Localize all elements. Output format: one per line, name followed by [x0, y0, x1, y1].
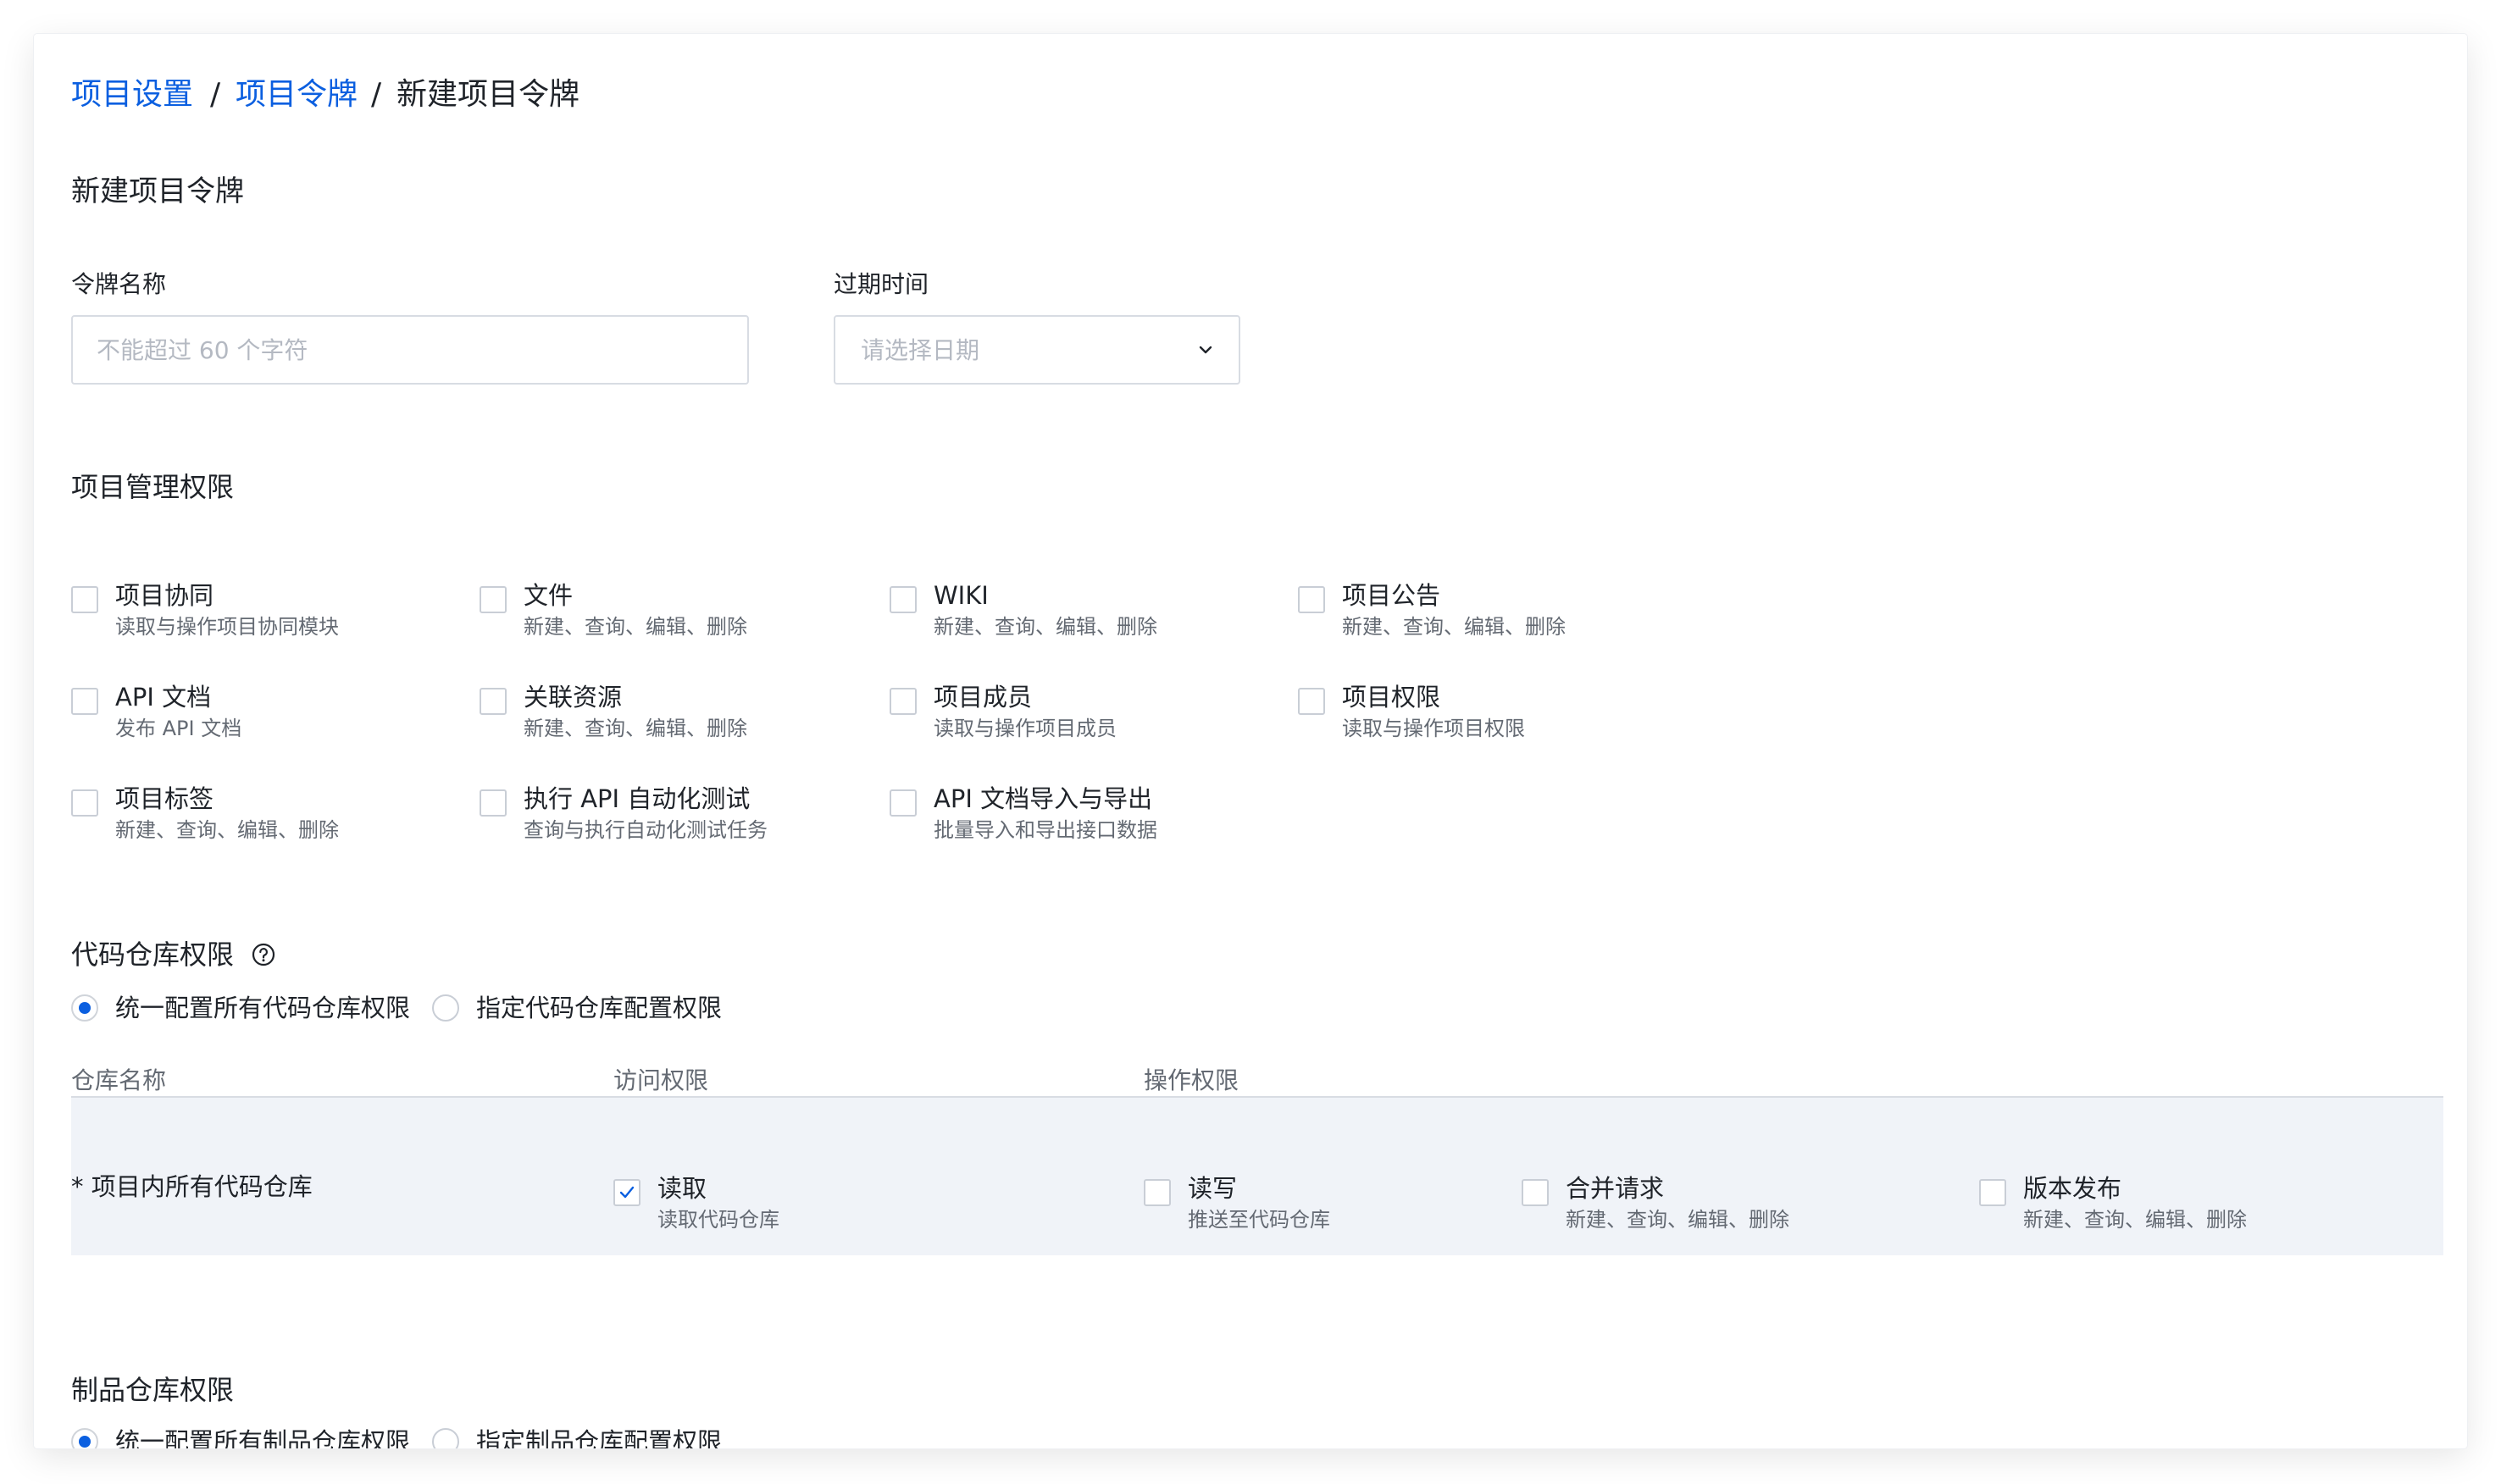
perm-checkbox[interactable]	[480, 688, 507, 715]
perm-title[interactable]: 项目标签	[115, 783, 214, 815]
repo-perm-title[interactable]: 读取	[657, 1172, 707, 1204]
perm-desc: 新建、查询、编辑、删除	[934, 615, 1157, 639]
repo-perm-title[interactable]: 版本发布	[2023, 1172, 2121, 1204]
perm-desc: 读取与操作项目权限	[1342, 717, 1525, 740]
repo-perm-checkbox[interactable]	[613, 1179, 640, 1206]
perm-desc: 查询与执行自动化测试任务	[524, 818, 768, 842]
perm-checkbox[interactable]	[1298, 586, 1325, 613]
code-repo-radio-all[interactable]	[71, 994, 98, 1022]
perm-desc: 发布 API 文档	[115, 717, 242, 740]
code-repo-radio-specific-label[interactable]: 指定代码仓库配置权限	[476, 992, 722, 1024]
project-perms-title: 项目管理权限	[71, 471, 235, 503]
perm-desc: 读取与操作项目协同模块	[115, 615, 339, 639]
col-header-repo-name: 仓库名称	[71, 1066, 167, 1094]
repo-perm-checkbox[interactable]	[1522, 1179, 1549, 1206]
check-icon	[619, 1186, 635, 1199]
perm-checkbox[interactable]	[480, 789, 507, 817]
perm-checkbox[interactable]	[71, 789, 98, 817]
expire-label: 过期时间	[834, 270, 929, 298]
code-repo-radio-specific[interactable]	[432, 994, 459, 1022]
help-icon[interactable]	[251, 942, 276, 967]
perm-desc: 新建、查询、编辑、删除	[1342, 615, 1566, 639]
perm-title[interactable]: 关联资源	[524, 681, 622, 713]
perm-checkbox[interactable]	[1298, 688, 1325, 715]
expire-date-select[interactable]: 请选择日期	[834, 315, 1240, 385]
token-name-input[interactable]	[73, 317, 747, 383]
token-name-field[interactable]	[71, 315, 749, 385]
perm-checkbox[interactable]	[890, 688, 917, 715]
breadcrumb-project-tokens[interactable]: 项目令牌	[236, 75, 358, 115]
repo-perm-title[interactable]: 合并请求	[1566, 1172, 1664, 1204]
breadcrumb-current: 新建项目令牌	[396, 77, 580, 112]
perm-title[interactable]: API 文档导入与导出	[934, 783, 1152, 815]
perm-checkbox[interactable]	[71, 586, 98, 613]
repo-perm-desc: 新建、查询、编辑、删除	[2023, 1208, 2247, 1232]
repo-perm-desc: 读取代码仓库	[657, 1208, 779, 1232]
breadcrumb-separator: /	[371, 77, 382, 112]
expire-date-placeholder: 请选择日期	[861, 336, 980, 364]
perm-desc: 新建、查询、编辑、删除	[524, 717, 747, 740]
artifact-repo-radio-all-label[interactable]: 统一配置所有制品仓库权限	[115, 1426, 410, 1448]
perm-desc: 新建、查询、编辑、删除	[115, 818, 339, 842]
breadcrumb-project-settings[interactable]: 项目设置	[71, 75, 193, 115]
col-header-ops: 操作权限	[1144, 1066, 1239, 1094]
chevron-down-icon	[1199, 346, 1212, 354]
artifact-repo-radio-specific[interactable]	[432, 1428, 459, 1448]
breadcrumb-separator: /	[210, 77, 221, 112]
perm-checkbox[interactable]	[480, 586, 507, 613]
repo-row-name: * 项目内所有代码仓库	[71, 1172, 313, 1201]
perm-desc: 读取与操作项目成员	[934, 717, 1117, 740]
artifact-repo-radio-specific-label[interactable]: 指定制品仓库配置权限	[476, 1426, 722, 1448]
perm-title[interactable]: 项目公告	[1342, 579, 1440, 612]
repo-perm-desc: 新建、查询、编辑、删除	[1566, 1208, 1789, 1232]
perm-title[interactable]: 项目协同	[115, 579, 214, 612]
code-repo-radio-all-label[interactable]: 统一配置所有代码仓库权限	[115, 992, 410, 1024]
perm-checkbox[interactable]	[890, 586, 917, 613]
perm-desc: 新建、查询、编辑、删除	[524, 615, 747, 639]
repo-perm-title[interactable]: 读写	[1188, 1172, 1237, 1204]
code-repo-title: 代码仓库权限	[71, 939, 235, 971]
page-title: 新建项目令牌	[71, 174, 244, 208]
artifact-repo-title: 制品仓库权限	[71, 1374, 235, 1406]
token-name-label: 令牌名称	[71, 270, 167, 298]
repo-perm-desc: 推送至代码仓库	[1188, 1208, 1330, 1232]
perm-title[interactable]: 执行 API 自动化测试	[524, 783, 750, 815]
repo-perm-checkbox[interactable]	[1979, 1179, 2006, 1206]
perm-title[interactable]: 项目成员	[934, 681, 1032, 713]
perm-title[interactable]: API 文档	[115, 681, 211, 713]
perm-checkbox[interactable]	[71, 688, 98, 715]
perm-desc: 批量导入和导出接口数据	[934, 818, 1157, 842]
perm-title[interactable]: 项目权限	[1342, 681, 1440, 713]
repo-perm-checkbox[interactable]	[1144, 1179, 1171, 1206]
perm-checkbox[interactable]	[890, 789, 917, 817]
page-card: 项目设置 / 项目令牌 / 新建项目令牌 新建项目令牌 令牌名称 过期时间 请选…	[34, 34, 2467, 1448]
perm-title[interactable]: WIKI	[934, 579, 989, 612]
col-header-access: 访问权限	[613, 1066, 709, 1094]
perm-title[interactable]: 文件	[524, 579, 573, 612]
artifact-repo-radio-all[interactable]	[71, 1428, 98, 1448]
